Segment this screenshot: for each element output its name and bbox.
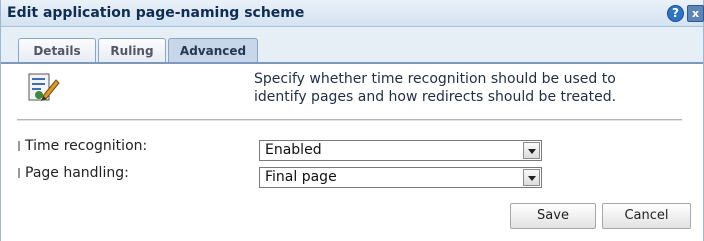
dialog-titlebar: Edit application page-naming scheme ? x — [1, 0, 704, 27]
tab-ruling[interactable]: Ruling — [98, 38, 166, 63]
field-marker — [18, 168, 20, 178]
tab-details[interactable]: Details — [18, 38, 96, 63]
chevron-down-icon[interactable] — [523, 142, 540, 159]
description-text: Specify whether time recognition should … — [254, 70, 694, 106]
field-marker — [18, 141, 20, 151]
time-recognition-label: Time recognition: — [25, 138, 148, 154]
page-handling-value: Final page — [265, 169, 337, 185]
page-handling-label: Page handling: — [25, 165, 129, 181]
section-divider — [17, 119, 682, 121]
tab-bar: Details Ruling Advanced — [1, 27, 703, 64]
dialog-title: Edit application page-naming scheme — [7, 5, 305, 21]
cancel-button[interactable]: Cancel — [602, 203, 691, 229]
tab-advanced[interactable]: Advanced — [168, 38, 258, 64]
description-line-1: Specify whether time recognition should … — [254, 71, 616, 87]
edit-scheme-dialog: Edit application page-naming scheme ? x … — [0, 0, 704, 241]
tab-divider — [1, 62, 703, 64]
save-button[interactable]: Save — [510, 203, 596, 229]
chevron-down-icon[interactable] — [523, 169, 540, 186]
close-icon[interactable]: x — [687, 5, 704, 22]
page-handling-select[interactable]: Final page — [259, 167, 542, 188]
edit-document-icon — [27, 72, 61, 104]
description-line-2: identify pages and how redirects should … — [254, 89, 617, 105]
time-recognition-select[interactable]: Enabled — [259, 140, 542, 161]
time-recognition-value: Enabled — [265, 142, 322, 158]
help-icon[interactable]: ? — [667, 5, 684, 22]
